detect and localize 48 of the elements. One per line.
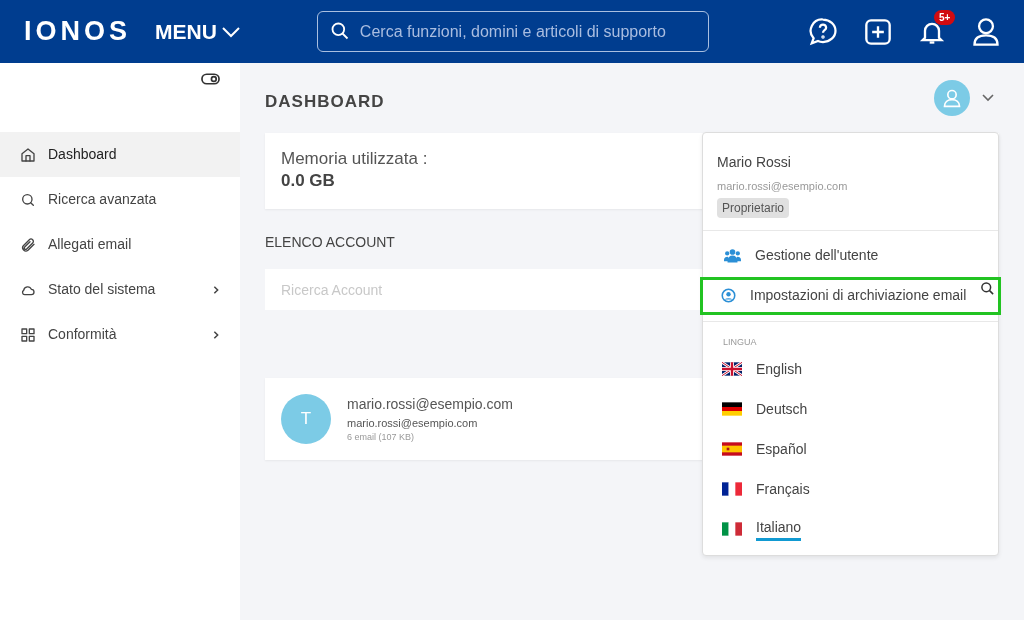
account-email: mario.rossi@esempio.com bbox=[347, 415, 479, 431]
language-option[interactable]: Español bbox=[756, 438, 807, 460]
sidebar-label: Allegati email bbox=[48, 235, 133, 254]
add-icon[interactable] bbox=[864, 17, 892, 46]
sidebar-label: Conformità bbox=[48, 325, 118, 344]
search-icon bbox=[329, 21, 350, 41]
user-icon[interactable] bbox=[972, 16, 1000, 47]
search-icon bbox=[980, 280, 995, 296]
logo[interactable]: IONOS bbox=[24, 11, 131, 52]
section-heading: ELENCO ACCOUNT bbox=[265, 233, 396, 252]
language-option[interactable]: Français bbox=[756, 478, 810, 500]
home-icon bbox=[20, 146, 36, 163]
user-name: Mario Rossi bbox=[717, 153, 791, 172]
search-icon bbox=[20, 191, 36, 208]
notification-badge: 5+ bbox=[934, 9, 956, 25]
paperclip-icon bbox=[20, 236, 36, 253]
sidebar-label: Stato del sistema bbox=[48, 280, 157, 299]
toggle-icon[interactable] bbox=[201, 73, 220, 85]
users-icon bbox=[724, 248, 741, 263]
flag-icon bbox=[722, 442, 742, 456]
chevron-down-icon[interactable] bbox=[982, 94, 994, 102]
language-heading: LINGUA bbox=[722, 335, 758, 349]
menu-button[interactable]: MENU bbox=[155, 15, 241, 48]
user-icon bbox=[942, 88, 962, 108]
sidebar-item[interactable]: Dashboard bbox=[0, 132, 240, 177]
chevron-down-icon bbox=[220, 24, 241, 39]
help-icon[interactable] bbox=[808, 16, 838, 47]
grid-icon bbox=[20, 326, 36, 343]
flag-icon bbox=[722, 362, 742, 376]
sidebar-label: Ricerca avanzata bbox=[48, 190, 158, 209]
flag-icon bbox=[722, 482, 742, 496]
flag-icon bbox=[722, 522, 742, 536]
storage-value: 0.0 GB bbox=[281, 170, 335, 192]
role-badge: Proprietario bbox=[717, 197, 790, 218]
user-email: mario.rossi@esempio.com bbox=[717, 179, 848, 194]
page-title: DASHBOARD bbox=[265, 91, 385, 114]
search-field[interactable]: Cerca funzioni, domini e articoli di supporto bbox=[316, 11, 709, 52]
storage-label: Memoria utilizzata : bbox=[281, 149, 428, 169]
sidebar-label: Dashboard bbox=[48, 145, 118, 164]
account-avatar: T bbox=[281, 394, 331, 444]
account-name: mario.rossi@esempio.com bbox=[347, 394, 513, 414]
language-option[interactable]: Italiano bbox=[756, 517, 802, 541]
language-option[interactable]: Deutsch bbox=[756, 398, 808, 420]
menu-item[interactable]: Impostazioni di archiviazione email bbox=[700, 276, 1001, 315]
language-option[interactable]: English bbox=[756, 358, 802, 380]
account-info: 6 email (107 KB) bbox=[347, 431, 416, 444]
user-circle-icon bbox=[721, 288, 736, 303]
flag-icon bbox=[722, 402, 742, 416]
